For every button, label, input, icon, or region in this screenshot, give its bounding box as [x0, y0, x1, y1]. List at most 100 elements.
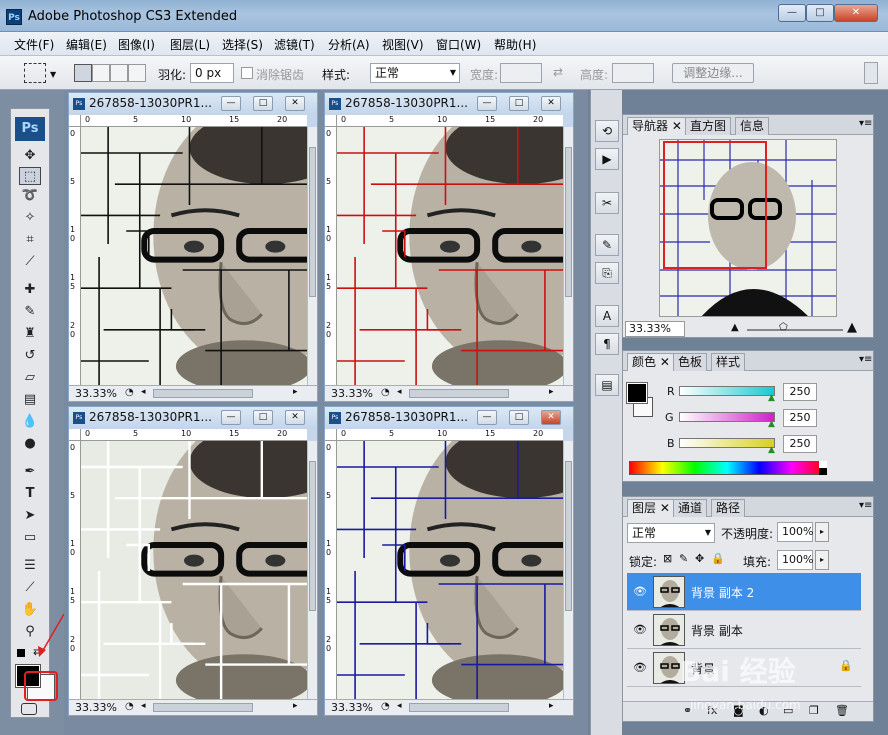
document-window[interactable]: Ps 267858-13030PR1... — □ ✕ 0 5 10 15 20 0 5 1… — [324, 406, 574, 716]
brushes-panel-icon[interactable]: ✎ — [595, 234, 619, 256]
layer-visibility-eye-icon[interactable]: 👁 — [633, 585, 647, 598]
tab-navigator[interactable]: 导航器 ✕ — [627, 117, 687, 135]
document-canvas[interactable] — [81, 127, 307, 387]
vertical-ruler[interactable]: 0 5 1 0 1 5 2 0 — [325, 441, 337, 701]
tab-channels[interactable]: 通道 — [673, 499, 708, 517]
doc-maximize-button[interactable]: □ — [253, 410, 273, 425]
shape-tool-icon[interactable]: ▭ — [19, 529, 41, 547]
quick-mask-icon[interactable] — [21, 703, 37, 715]
layer-visibility-eye-icon[interactable]: 👁 — [633, 623, 647, 636]
preset-dropdown-icon[interactable]: ▼ — [50, 70, 56, 79]
marquee-tool-icon[interactable]: ⬚ — [19, 167, 41, 185]
fill-slider-icon[interactable]: ▸ — [815, 550, 829, 570]
marquee-tool-preset-icon[interactable] — [24, 63, 46, 83]
horizontal-ruler[interactable]: 0 5 10 15 20 — [81, 429, 307, 441]
channel-slider-track[interactable] — [679, 438, 775, 448]
menu-view[interactable]: 视图(V) — [382, 36, 424, 53]
doc-minimize-button[interactable]: — — [477, 96, 497, 111]
doc-close-button[interactable]: ✕ — [541, 410, 561, 425]
scroll-right-icon[interactable]: ▸ — [293, 387, 298, 397]
layer-row[interactable]: 👁 背景 副本 — [627, 611, 861, 649]
doc-minimize-button[interactable]: — — [221, 410, 241, 425]
document-zoom-level[interactable]: 33.33% — [331, 387, 373, 400]
doc-maximize-button[interactable]: □ — [509, 410, 529, 425]
doc-close-button[interactable]: ✕ — [285, 96, 305, 111]
document-zoom-level[interactable]: 33.33% — [75, 701, 117, 714]
layer-row[interactable]: 👁 背景 副本 2 — [627, 573, 861, 611]
minimize-button[interactable]: — — [778, 4, 806, 22]
add-to-selection-icon[interactable] — [92, 64, 110, 82]
ruler-origin[interactable] — [69, 429, 81, 441]
default-colors-icon[interactable] — [17, 649, 25, 657]
horizontal-ruler[interactable]: 0 5 10 15 20 — [337, 115, 563, 127]
menu-image[interactable]: 图像(I) — [118, 36, 155, 53]
layer-visibility-eye-icon[interactable]: 👁 — [633, 661, 647, 674]
actions-panel-icon[interactable]: ▶ — [595, 148, 619, 170]
brush-tool-icon[interactable]: ✎ — [19, 303, 41, 321]
blur-tool-icon[interactable]: 💧 — [19, 413, 41, 431]
document-window[interactable]: Ps 267858-13030PR1... — □ ✕ 0 5 10 15 20 0 5 1… — [68, 406, 318, 716]
layer-comps-icon[interactable]: ▤ — [595, 374, 619, 396]
feather-input[interactable]: 0 px — [190, 63, 234, 83]
intersect-selection-icon[interactable] — [128, 64, 146, 82]
antialias-checkbox[interactable] — [241, 67, 253, 79]
width-input[interactable] — [500, 63, 542, 83]
document-window[interactable]: Ps 267858-13030PR1... — □ ✕ 0 5 10 15 20 0 5 1… — [324, 92, 574, 402]
tab-swatches[interactable]: 色板 — [673, 353, 708, 371]
style-select[interactable]: 正常 ▼ — [370, 63, 460, 83]
menu-file[interactable]: 文件(F) — [14, 36, 54, 53]
photoshop-app-icon[interactable]: Ps — [6, 9, 22, 25]
gradient-tool-icon[interactable]: ▤ — [19, 391, 41, 409]
fill-input[interactable]: 100% — [777, 550, 813, 570]
horizontal-scrollbar-thumb[interactable] — [409, 703, 509, 712]
menu-filter[interactable]: 滤镜(T) — [274, 36, 315, 53]
blend-mode-select[interactable]: 正常 ▼ — [627, 523, 715, 543]
crop-tool-icon[interactable]: ⌗ — [19, 231, 41, 249]
notes-tool-icon[interactable]: ☰ — [19, 557, 41, 575]
status-info-icon[interactable]: ◔ — [381, 387, 390, 398]
vertical-ruler[interactable]: 0 5 1 0 1 5 2 0 — [325, 127, 337, 387]
lock-position-icon[interactable]: ✥ — [695, 552, 704, 565]
slice-tool-icon[interactable]: ⟋ — [19, 253, 41, 271]
channel-slider-thumb[interactable]: ▲ — [768, 445, 775, 455]
navigator-thumbnail[interactable] — [659, 139, 837, 317]
navigator-zoom-input[interactable]: 33.33% — [625, 321, 685, 337]
vertical-ruler[interactable]: 0 5 1 0 1 5 2 0 — [69, 127, 81, 387]
opacity-slider-icon[interactable]: ▸ — [815, 522, 829, 542]
menu-analysis[interactable]: 分析(A) — [328, 36, 370, 53]
character-panel-icon[interactable]: A — [595, 305, 619, 327]
lock-transparency-icon[interactable]: ⊠ — [663, 552, 672, 565]
vertical-scrollbar[interactable] — [307, 441, 317, 701]
clone-source-icon[interactable]: ⎘ — [595, 262, 619, 284]
status-info-icon[interactable]: ◔ — [381, 701, 390, 712]
healing-brush-tool-icon[interactable]: ✚ — [19, 281, 41, 299]
tab-info[interactable]: 信息 — [735, 117, 770, 135]
zoom-slider-thumb[interactable]: ⬠ — [779, 322, 788, 333]
vertical-ruler[interactable]: 0 5 1 0 1 5 2 0 — [69, 441, 81, 701]
tab-histogram[interactable]: 直方图 — [685, 117, 732, 135]
channel-value-input[interactable]: 250 — [783, 435, 817, 453]
swap-dimensions-icon[interactable]: ⇄ — [553, 65, 563, 79]
height-input[interactable] — [612, 63, 654, 83]
lasso-tool-icon[interactable]: ➰ — [19, 187, 41, 205]
color-panel-menu-icon[interactable]: ▾≡ — [859, 354, 872, 365]
menu-edit[interactable]: 编辑(E) — [66, 36, 107, 53]
zoom-in-icon[interactable]: ▲ — [847, 320, 857, 335]
vertical-scrollbar-thumb[interactable] — [309, 461, 316, 611]
opacity-input[interactable]: 100% — [777, 522, 813, 542]
horizontal-scrollbar-thumb[interactable] — [409, 389, 509, 398]
layers-panel-menu-icon[interactable]: ▾≡ — [859, 500, 872, 511]
path-selection-tool-icon[interactable]: ➤ — [19, 507, 41, 525]
document-canvas[interactable] — [81, 441, 307, 701]
doc-minimize-button[interactable]: — — [221, 96, 241, 111]
history-brush-tool-icon[interactable]: ↺ — [19, 347, 41, 365]
scroll-right-icon[interactable]: ▸ — [549, 387, 554, 397]
status-info-icon[interactable]: ◔ — [125, 387, 134, 398]
vertical-scrollbar-thumb[interactable] — [309, 147, 316, 297]
document-canvas[interactable] — [337, 127, 563, 387]
document-title-bar[interactable]: Ps 267858-13030PR1... — □ ✕ — [325, 93, 573, 115]
channel-value-input[interactable]: 250 — [783, 383, 817, 401]
subtract-from-selection-icon[interactable] — [110, 64, 128, 82]
horizontal-ruler[interactable]: 0 5 10 15 20 — [337, 429, 563, 441]
tab-styles[interactable]: 样式 — [711, 353, 746, 371]
